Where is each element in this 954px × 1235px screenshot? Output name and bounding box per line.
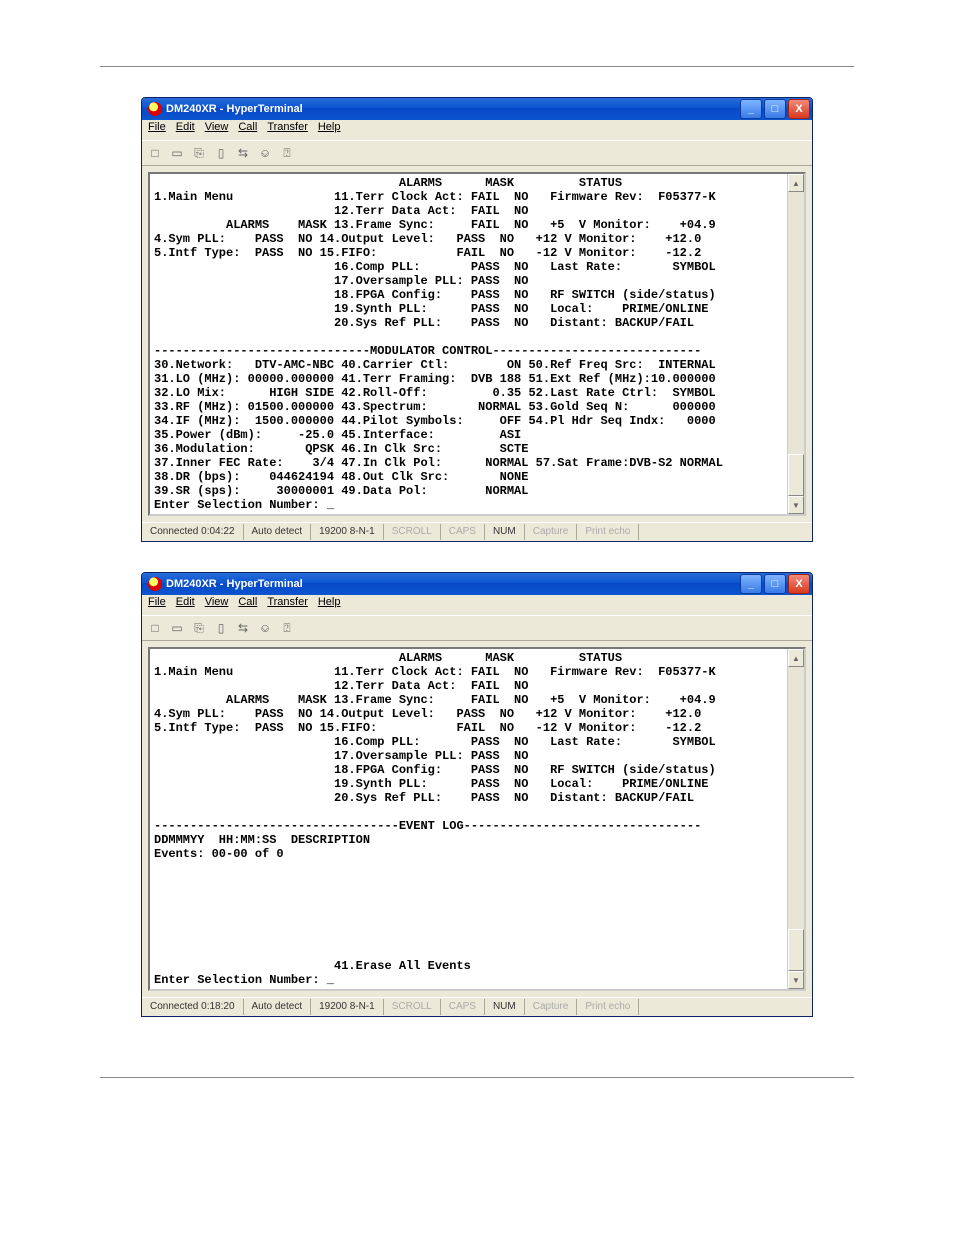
vertical-scrollbar[interactable]: ▲ ▼ [787,174,804,514]
scroll-down-icon[interactable]: ▼ [788,971,804,989]
statusbar: Connected 0:04:22 Auto detect 19200 8-N-… [142,522,812,541]
close-button[interactable]: X [788,574,810,594]
tool-connect-icon[interactable]: ⇆ [234,619,252,637]
status-detect: Auto detect [244,524,312,540]
scroll-thumb[interactable] [788,454,804,496]
status-connected: Connected 0:18:20 [142,999,244,1015]
scroll-up-icon[interactable]: ▲ [788,174,804,192]
status-num: NUM [485,999,525,1015]
menu-file[interactable]: File [148,121,166,139]
tool-disconn-icon[interactable]: ⎉ [256,144,274,162]
status-scroll: SCROLL [384,999,441,1015]
window-title: DM240XR - HyperTerminal [166,578,303,590]
scroll-track[interactable] [788,667,804,971]
status-rate: 19200 8-N-1 [311,524,384,540]
tool-props-icon[interactable]: ⍰ [278,144,296,162]
caption-buttons: _ □ X [740,99,810,119]
status-rate: 19200 8-N-1 [311,999,384,1015]
tool-paste-icon[interactable]: ▯ [212,144,230,162]
app-icon [148,577,162,591]
toolbar: □ ▭ ⎘ ▯ ⇆ ⎉ ⍰ [142,616,812,641]
status-capture: Capture [525,524,578,540]
tool-paste-icon[interactable]: ▯ [212,619,230,637]
statusbar: Connected 0:18:20 Auto detect 19200 8-N-… [142,997,812,1016]
menu-file[interactable]: File [148,596,166,614]
terminal-output[interactable]: ALARMS MASK STATUS 1.Main Menu 11.Terr C… [148,647,806,991]
tool-props-icon[interactable]: ⍰ [278,619,296,637]
menu-transfer[interactable]: Transfer [267,121,308,139]
bottom-divider [100,1077,854,1078]
tool-copy-icon[interactable]: ⎘ [190,144,208,162]
menu-edit[interactable]: Edit [176,121,195,139]
scroll-up-icon[interactable]: ▲ [788,649,804,667]
menu-call[interactable]: Call [238,596,257,614]
scroll-down-icon[interactable]: ▼ [788,496,804,514]
menu-call[interactable]: Call [238,121,257,139]
menubar: File Edit View Call Transfer Help [142,120,812,141]
status-print: Print echo [577,524,639,540]
minimize-button[interactable]: _ [740,99,762,119]
status-caps: CAPS [441,524,485,540]
menu-help[interactable]: Help [318,596,341,614]
menu-transfer[interactable]: Transfer [267,596,308,614]
maximize-button[interactable]: □ [764,99,786,119]
maximize-button[interactable]: □ [764,574,786,594]
tool-disconn-icon[interactable]: ⎉ [256,619,274,637]
page: DM240XR - HyperTerminal _ □ X File Edit … [0,0,954,1078]
menubar: File Edit View Call Transfer Help [142,595,812,616]
hyperterminal-window-2: DM240XR - HyperTerminal _ □ X File Edit … [141,572,813,1017]
window-title: DM240XR - HyperTerminal [166,103,303,115]
menu-view[interactable]: View [205,121,229,139]
titlebar[interactable]: DM240XR - HyperTerminal _ □ X [142,98,812,120]
status-capture: Capture [525,999,578,1015]
close-button[interactable]: X [788,99,810,119]
tool-new-icon[interactable]: □ [146,619,164,637]
titlebar[interactable]: DM240XR - HyperTerminal _ □ X [142,573,812,595]
terminal-wrap: ALARMS MASK STATUS 1.Main Menu 11.Terr C… [142,641,812,997]
tool-new-icon[interactable]: □ [146,144,164,162]
terminal-wrap: ALARMS MASK STATUS 1.Main Menu 11.Terr C… [142,166,812,522]
vertical-scrollbar[interactable]: ▲ ▼ [787,649,804,989]
status-print: Print echo [577,999,639,1015]
terminal-output[interactable]: ALARMS MASK STATUS 1.Main Menu 11.Terr C… [148,172,806,516]
toolbar: □ ▭ ⎘ ▯ ⇆ ⎉ ⍰ [142,141,812,166]
caption-buttons: _ □ X [740,574,810,594]
status-detect: Auto detect [244,999,312,1015]
menu-view[interactable]: View [205,596,229,614]
tool-open-icon[interactable]: ▭ [168,619,186,637]
app-icon [148,102,162,116]
top-divider [100,66,854,67]
tool-copy-icon[interactable]: ⎘ [190,619,208,637]
status-connected: Connected 0:04:22 [142,524,244,540]
minimize-button[interactable]: _ [740,574,762,594]
tool-open-icon[interactable]: ▭ [168,144,186,162]
tool-connect-icon[interactable]: ⇆ [234,144,252,162]
status-scroll: SCROLL [384,524,441,540]
status-caps: CAPS [441,999,485,1015]
scroll-track[interactable] [788,192,804,496]
status-num: NUM [485,524,525,540]
menu-help[interactable]: Help [318,121,341,139]
menu-edit[interactable]: Edit [176,596,195,614]
hyperterminal-window-1: DM240XR - HyperTerminal _ □ X File Edit … [141,97,813,542]
scroll-thumb[interactable] [788,929,804,971]
